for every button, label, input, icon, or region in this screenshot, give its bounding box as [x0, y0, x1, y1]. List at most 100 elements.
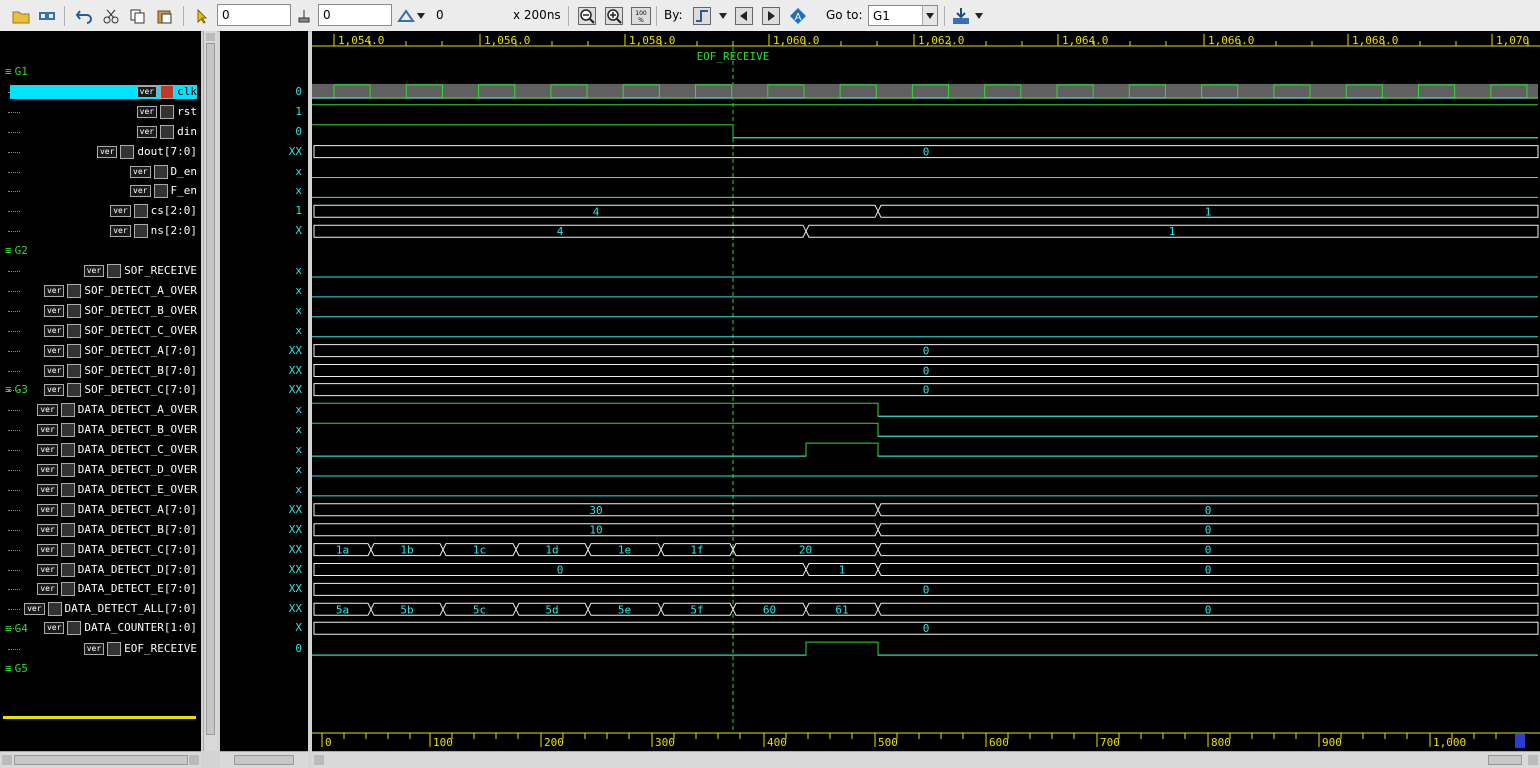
- signal-row-dout-7-0-[interactable]: ver dout[7:0]: [96, 144, 197, 159]
- ruler-label: 1,058.0: [629, 34, 675, 47]
- search-value-icon[interactable]: A: [788, 6, 808, 26]
- signal-name: DATA_DETECT_ALL[7:0]: [64, 602, 197, 616]
- signal-value: x: [295, 184, 302, 198]
- viewport-indicator: [1515, 734, 1525, 748]
- bus-signal-icon: [120, 144, 135, 159]
- zoom-unit-label: x 200ns: [513, 8, 561, 22]
- scrollbar-thumb[interactable]: [1488, 755, 1522, 765]
- signal-row-sof-detect-a-7-0-[interactable]: ver SOF_DETECT_A[7:0]: [43, 343, 197, 358]
- group-expander-icon[interactable]: ≡: [5, 662, 12, 675]
- insertion-marker: [3, 716, 196, 719]
- pointer-icon[interactable]: [192, 6, 212, 26]
- signal-row-sof-detect-c-over[interactable]: ver SOF_DETECT_C_OVER: [43, 323, 197, 338]
- undo-icon[interactable]: [74, 6, 94, 26]
- data-c-bus-value: 1e: [618, 544, 631, 557]
- signal-value: X: [295, 621, 302, 635]
- link-icon[interactable]: [37, 6, 57, 26]
- ruler-label: 800: [1211, 736, 1231, 749]
- next-edge-icon[interactable]: [761, 6, 781, 26]
- signal-row-data-detect-c-over[interactable]: ver DATA_DETECT_C_OVER: [37, 443, 197, 458]
- signal-row-sof-receive[interactable]: ver SOF_RECEIVE: [83, 264, 197, 278]
- signal-row-eof-receive[interactable]: ver EOF_RECEIVE: [83, 642, 197, 657]
- verilog-badge-icon: ver: [24, 603, 45, 616]
- data-c-bus-value: 1a: [336, 544, 349, 557]
- signal-row-din[interactable]: ver din: [136, 124, 197, 139]
- signal-row-data-detect-b-7-0-[interactable]: ver DATA_DETECT_B[7:0]: [37, 522, 197, 537]
- signal-name: dout[7:0]: [137, 144, 197, 158]
- prev-edge-icon[interactable]: [734, 6, 754, 26]
- cursor-time-input[interactable]: [217, 4, 291, 26]
- signal-row-d-en[interactable]: ver D_en: [130, 164, 197, 179]
- signal-row-sof-detect-c-7-0-[interactable]: ver SOF_DETECT_C[7:0]: [43, 382, 197, 397]
- signal-row-cs-2-0-[interactable]: ver cs[2:0]: [110, 204, 197, 219]
- signal-row-data-detect-a-over[interactable]: ver DATA_DETECT_A_OVER: [37, 403, 197, 418]
- data-all-bus-value: 5f: [690, 603, 703, 616]
- signal-row-ns-2-0-[interactable]: ver ns[2:0]: [110, 224, 197, 239]
- data-all-bus-value: 5e: [618, 603, 631, 616]
- waveform-canvas[interactable]: 1,054.0 1,056.0 1,058.0 1,060.0 1,062.0 1,064…: [312, 31, 1540, 751]
- data-b-bus-value: 0: [1205, 524, 1212, 537]
- signal-row-data-counter-1-0-[interactable]: ver DATA_COUNTER[1:0]: [43, 621, 197, 636]
- group-g1[interactable]: ≡ G1: [5, 65, 28, 78]
- chevron-down-icon[interactable]: [716, 6, 730, 26]
- scrollbar-thumb[interactable]: [206, 43, 215, 735]
- signal-row-data-detect-e-over[interactable]: ver DATA_DETECT_E_OVER: [37, 482, 197, 497]
- signal-name: DATA_DETECT_E[7:0]: [77, 582, 197, 596]
- signal-row-sof-detect-a-over[interactable]: ver SOF_DETECT_A_OVER: [43, 283, 197, 298]
- signal-row-data-detect-d-7-0-[interactable]: ver DATA_DETECT_D[7:0]: [37, 562, 197, 577]
- verilog-badge-icon: ver: [43, 383, 65, 396]
- wire-signal-icon: [60, 423, 75, 438]
- group-expander-icon[interactable]: ≡: [5, 244, 12, 257]
- ruler-label: 1,054.0: [338, 34, 384, 47]
- paste-icon[interactable]: [155, 6, 175, 26]
- download-icon[interactable]: [951, 6, 971, 26]
- ruler-label: 100: [433, 736, 453, 749]
- open-folder-icon[interactable]: [11, 6, 31, 26]
- verilog-badge-icon: ver: [37, 483, 58, 496]
- signal-row-data-detect-all-7-0-[interactable]: ver DATA_DETECT_ALL[7:0]: [24, 602, 197, 617]
- ruler-label: 1,066.0: [1208, 34, 1254, 47]
- signal-row-data-detect-c-7-0-[interactable]: ver DATA_DETECT_C[7:0]: [37, 542, 197, 557]
- data-counter-bus-value: 0: [923, 622, 930, 635]
- signal-row-f-en[interactable]: ver F_en: [130, 184, 197, 199]
- waveform-panel[interactable]: 1,054.0 1,056.0 1,058.0 1,060.0 1,062.0 1,064…: [312, 31, 1540, 751]
- tree-connector: [8, 111, 20, 114]
- marker-icon[interactable]: [294, 6, 314, 26]
- signal-row-data-detect-b-over[interactable]: ver DATA_DETECT_B_OVER: [37, 423, 197, 438]
- name-panel-hscrollbar[interactable]: [0, 751, 201, 768]
- signal-value: x: [295, 283, 302, 297]
- group-expander-icon[interactable]: ≡: [5, 65, 12, 78]
- ruler-label: 1,064.0: [1062, 34, 1108, 47]
- zoom-in-icon[interactable]: [604, 6, 624, 26]
- zoom-fit-icon[interactable]: 100%: [631, 6, 651, 26]
- verilog-badge-icon: ver: [37, 404, 58, 417]
- value-panel-hscrollbar[interactable]: [220, 751, 308, 768]
- signal-value: XX: [288, 363, 302, 377]
- signal-row-sof-detect-b-over[interactable]: ver SOF_DETECT_B_OVER: [43, 303, 197, 318]
- name-panel-scrollbar[interactable]: [203, 31, 217, 751]
- signal-row-rst[interactable]: ver rst: [136, 104, 197, 119]
- signal-value: 0: [295, 124, 302, 138]
- goto-select[interactable]: G1: [868, 5, 938, 26]
- verilog-badge-icon: ver: [43, 622, 65, 635]
- chevron-down-icon[interactable]: [414, 6, 428, 26]
- tree-connector: [8, 231, 20, 233]
- delta-icon[interactable]: [396, 6, 416, 26]
- zoom-out-icon[interactable]: [577, 6, 597, 26]
- edge-select-icon[interactable]: [692, 6, 712, 26]
- copy-icon[interactable]: [128, 6, 148, 26]
- signal-row-data-detect-d-over[interactable]: ver DATA_DETECT_D_OVER: [37, 463, 197, 477]
- group-g2[interactable]: ≡ G2: [5, 244, 28, 257]
- svg-text:%: %: [638, 17, 644, 24]
- signal-row-clk[interactable]: ver clk: [10, 84, 197, 99]
- marker-time-input[interactable]: [318, 4, 392, 26]
- signal-row-data-detect-a-7-0-[interactable]: ver DATA_DETECT_A[7:0]: [37, 502, 197, 517]
- waveform-hscrollbar[interactable]: [312, 751, 1540, 768]
- group-g5[interactable]: ≡ G5: [5, 662, 28, 675]
- wire-signal-icon: [160, 124, 175, 139]
- chevron-down-icon[interactable]: [972, 6, 986, 26]
- cut-icon[interactable]: [101, 6, 121, 26]
- signal-row-data-detect-e-7-0-[interactable]: ver DATA_DETECT_E[7:0]: [37, 582, 197, 597]
- signal-row-sof-detect-b-7-0-[interactable]: ver SOF_DETECT_B[7:0]: [43, 363, 197, 378]
- chevron-down-icon[interactable]: [922, 6, 937, 25]
